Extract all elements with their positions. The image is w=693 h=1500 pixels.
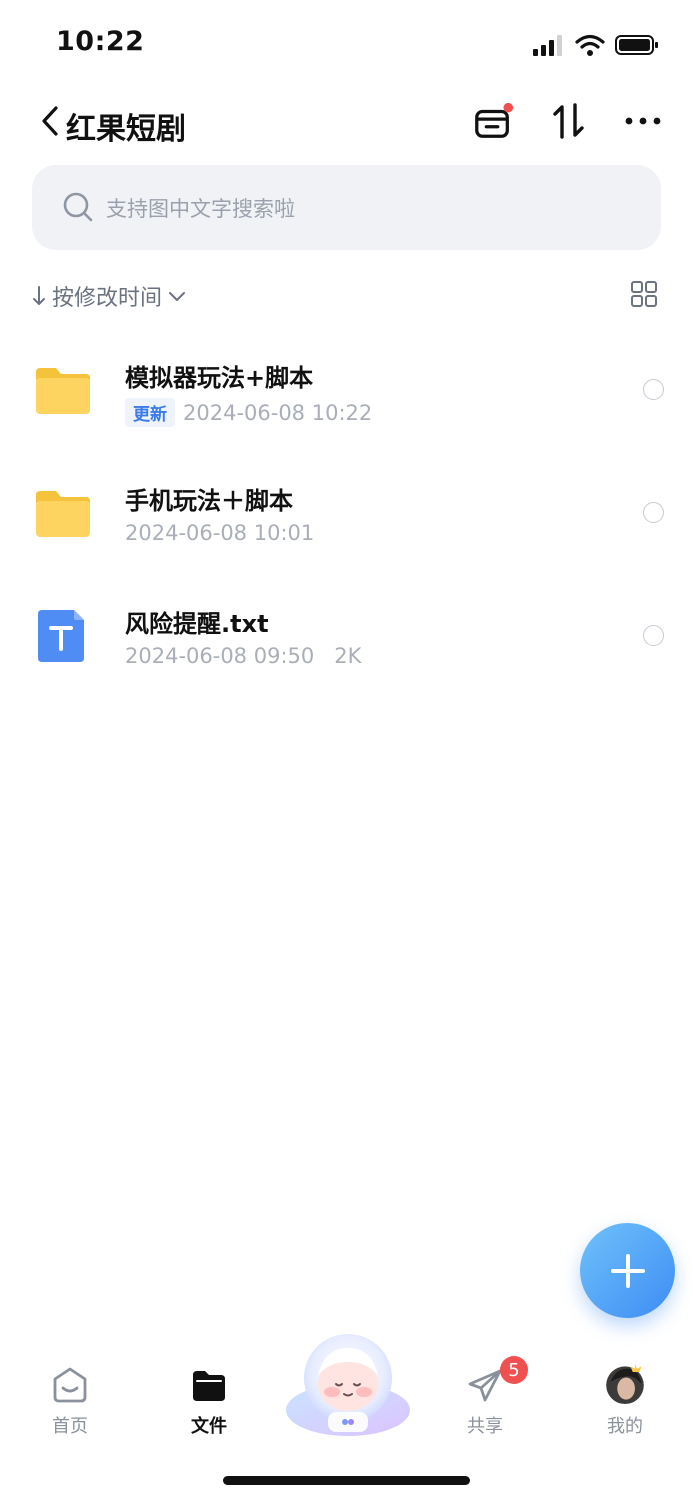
folder-icon <box>36 491 90 537</box>
select-checkbox[interactable] <box>643 379 664 400</box>
file-date: 2024-06-08 10:01 <box>125 521 315 545</box>
sort-bar: 按修改时间 <box>0 276 693 316</box>
battery-icon <box>615 35 658 55</box>
file-meta: 2024-06-08 10:01 <box>125 521 314 545</box>
file-name: 风险提醒.txt <box>125 610 269 638</box>
sort-dropdown[interactable]: 按修改时间 <box>32 280 186 312</box>
tab-label: 首页 <box>52 1416 88 1437</box>
search-bar[interactable]: 支持图中文字搜索啦 <box>32 165 661 250</box>
wifi-icon <box>575 34 605 56</box>
chevron-down-icon <box>169 292 186 301</box>
file-row-folder-mobile[interactable]: 手机玩法＋脚本 2024-06-08 10:01 <box>0 463 693 586</box>
folder-icon <box>36 368 90 414</box>
more-button[interactable] <box>622 100 664 142</box>
tab-files[interactable]: 文件 <box>164 1340 254 1440</box>
update-badge: 更新 <box>125 398 175 427</box>
file-list: 模拟器玩法+脚本 更新 2024-06-08 10:22 手机玩法＋脚本 202… <box>0 340 693 709</box>
search-icon <box>63 192 93 222</box>
file-size: 2K <box>334 644 362 668</box>
tab-home[interactable]: 首页 <box>25 1340 115 1440</box>
recycle-bin-button[interactable] <box>472 100 514 142</box>
file-row-folder-emulator[interactable]: 模拟器玩法+脚本 更新 2024-06-08 10:22 <box>0 340 693 463</box>
assistant-mascot[interactable] <box>284 1326 412 1440</box>
plus-icon <box>610 1253 645 1288</box>
status-time: 10:22 <box>56 26 145 57</box>
search-placeholder: 支持图中文字搜索啦 <box>106 197 295 221</box>
transfer-button[interactable] <box>548 100 590 142</box>
file-date: 2024-06-08 10:22 <box>183 400 373 425</box>
chevron-left-icon <box>42 106 58 136</box>
file-meta: 更新 2024-06-08 10:22 <box>125 398 372 427</box>
file-name: 模拟器玩法+脚本 <box>125 364 314 392</box>
tab-me[interactable]: 我的 <box>580 1340 670 1440</box>
arrow-down-icon <box>33 286 45 305</box>
tab-label: 文件 <box>191 1416 227 1437</box>
file-name: 手机玩法＋脚本 <box>125 487 293 515</box>
add-button[interactable] <box>580 1223 675 1318</box>
select-checkbox[interactable] <box>643 625 664 646</box>
file-date: 2024-06-08 09:50 <box>125 644 315 668</box>
file-row-txt[interactable]: 风险提醒.txt 2024-06-08 09:50 2K <box>0 586 693 709</box>
status-icons <box>533 32 659 58</box>
file-meta: 2024-06-08 09:50 2K <box>125 644 361 668</box>
tab-label: 共享 <box>467 1416 503 1437</box>
text-file-icon <box>38 610 84 662</box>
more-icon <box>625 117 661 125</box>
sort-arrows-icon <box>553 103 584 139</box>
avatar <box>606 1364 644 1404</box>
signal-icon <box>533 35 562 56</box>
back-button[interactable] <box>38 104 64 138</box>
home-indicator <box>223 1476 470 1485</box>
status-bar: 10:22 <box>0 0 693 88</box>
notification-badge: 5 <box>500 1356 528 1384</box>
home-icon <box>53 1367 87 1403</box>
box-icon <box>475 102 514 138</box>
sort-label: 按修改时间 <box>52 286 163 311</box>
header: 红果短剧 <box>0 92 693 154</box>
send-icon <box>468 1369 502 1402</box>
grid-view-icon[interactable] <box>630 280 658 308</box>
page-title: 红果短剧 <box>66 112 186 147</box>
tab-share[interactable]: 5 共享 <box>440 1340 530 1440</box>
tab-label: 我的 <box>607 1416 643 1437</box>
tab-bar: 首页 文件 5 共享 我的 <box>0 1334 693 1450</box>
select-checkbox[interactable] <box>643 502 664 523</box>
folder-icon <box>193 1371 225 1401</box>
